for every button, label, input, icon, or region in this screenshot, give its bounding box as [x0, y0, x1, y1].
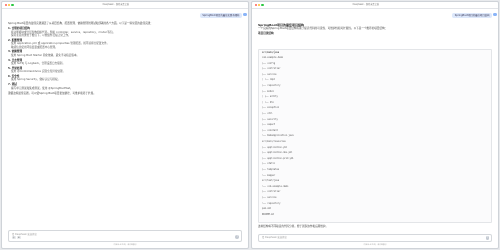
tree-line: ├── model: [262, 89, 274, 93]
left-section-item: 保持主应用类位于根包下，以便组件扫描正常工作。: [11, 34, 71, 37]
left-answer: Spring Boot项目的最佳实践涵盖了从项目结构、配置管理、依赖管理到测试和…: [8, 22, 242, 97]
left-section-item: 使用 Spring Boot Starter 简化依赖，避免手动指定版本。: [11, 53, 80, 57]
tree-line: ├── security: [262, 117, 278, 121]
tree-line: src/test/java: [262, 179, 280, 183]
left-window-topbar: DeepSeek - 探索未至之境: [2, 2, 248, 9]
left-intro: Spring Boot项目的最佳实践涵盖了从项目结构、配置管理、依赖管理到测试和…: [8, 22, 153, 25]
tree-line: src/main/resources: [262, 140, 286, 143]
tree-line: README.md: [262, 212, 274, 216]
left-user-message: SpringBoot项目的最佳实践有哪些: [199, 13, 242, 19]
minimize-icon[interactable]: [258, 3, 261, 7]
tree-line: ├── service: [262, 72, 277, 76]
tree-line: └── DemoApplication.java: [262, 134, 294, 138]
minimize-icon[interactable]: [8, 3, 11, 7]
tree-root-label: src/main/java: [262, 51, 280, 54]
tree-line: ├── constant: [262, 128, 278, 132]
maximize-icon[interactable]: [11, 3, 14, 7]
right-subheading: 项目目录结构: [258, 32, 274, 36]
right-closing: 这种结构将不同职责的代码分离，便于团队协作和后期维护。: [258, 225, 329, 228]
left-user-avatar: [243, 12, 247, 16]
right-message-input[interactable]: 给 DeepSeek 发送消息 ↑: [258, 234, 492, 242]
tree-line: pom.xml: [262, 207, 272, 211]
left-section-item: 使用 @ControllerAdvice 实现全局异常处理。: [11, 70, 66, 74]
deep-think-icon[interactable]: ◎: [12, 235, 16, 239]
right-user-avatar: [493, 12, 497, 16]
tree-line: ├── exception: [262, 106, 280, 110]
left-window-title: DeepSeek - 探索未至之境: [102, 2, 129, 6]
tree-line: │ └── impl: [262, 78, 276, 82]
tree-line: ├── config: [262, 61, 276, 65]
tree-line: │ ├── entity: [262, 95, 278, 99]
left-section-item: 使用 SLF4J 与 Logback，合理设置日志级别。: [11, 62, 65, 66]
tree-line: ├── application.yml: [262, 145, 288, 149]
maximize-icon[interactable]: [261, 3, 264, 7]
left-section-item: 敏感信息使用环境变量或配置中心管理。: [11, 45, 58, 49]
tree-line: ├── repository: [262, 84, 281, 87]
left-section-item: 集成 Spring Security，做好认证与授权。: [11, 78, 61, 82]
left-summary: 遵循这些最佳实践，可以使Spring Boot项目更加健壮、可维护和易于扩展。: [8, 92, 96, 96]
right-window-title: DeepSeek - 探索未至之境: [352, 2, 379, 6]
right-send-button[interactable]: ↑: [485, 236, 489, 240]
left-input-placeholder: 给 DeepSeek 发送消息: [12, 233, 37, 236]
right-chat-window: DeepSeek - 探索未至之境 SpringBoot项目的最佳项目结构 Sp…: [251, 1, 499, 249]
tree-line: ├── static: [262, 162, 276, 166]
right-footer-note: 内容由 AI 生成，请仔细甄别: [363, 244, 387, 247]
tree-line: ├── application-prod.yml: [262, 156, 294, 160]
tree-line: └── com.example.demo: [262, 184, 289, 188]
left-send-button[interactable]: ↑: [235, 235, 239, 239]
tree-line: └── mapper: [262, 173, 276, 177]
right-answer-header: SpringBoot项目的最佳项目结构 一个良好的Spring Boot项目结构…: [258, 22, 492, 36]
tree-line: ├── util: [262, 112, 273, 115]
close-icon[interactable]: [5, 3, 8, 7]
right-window-topbar: DeepSeek - 探索未至之境: [252, 2, 498, 9]
tree-line: ├── application-dev.yml: [262, 151, 293, 155]
left-footer-note: 内容由 AI 生成，请仔细甄别: [113, 244, 137, 247]
tree-line: ├── aspect: [262, 123, 276, 127]
tree-line: │ └── dto: [262, 100, 274, 104]
tree-line: com.example.demo: [262, 56, 284, 59]
tree-line: ├── controller: [262, 190, 281, 194]
right-user-message: SpringBoot项目的最佳项目结构: [452, 13, 492, 19]
left-message-input[interactable]: 给 DeepSeek 发送消息 ◎ ⊕ ↑: [8, 230, 242, 242]
left-chat-window: DeepSeek - 探索未至之境 SpringBoot项目的最佳实践有哪些 S…: [1, 1, 249, 249]
tree-line: ├── controller: [262, 67, 281, 71]
right-intro: 一个良好的Spring Boot项目结构有助于提高代码的可读性、可维护性和可扩展…: [258, 27, 388, 31]
tree-line: └── repository: [262, 201, 281, 205]
tree-line: ├── templates: [262, 168, 280, 171]
left-section-item: 编写单元测试和集成测试，使用 @SpringBootTest。: [11, 86, 73, 90]
right-input-placeholder: 给 DeepSeek 发送消息: [262, 236, 287, 239]
tree-line: ├── service: [262, 196, 277, 199]
close-icon[interactable]: [255, 3, 258, 7]
web-search-icon[interactable]: ⊕: [17, 235, 21, 239]
